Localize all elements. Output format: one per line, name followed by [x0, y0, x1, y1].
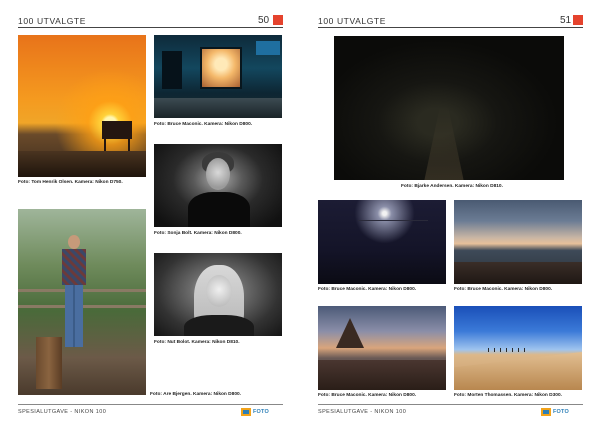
- photo-portrait-woman-dark[interactable]: [154, 144, 282, 227]
- caption-shop: Foto: Bruce Maconic. Kamera: Nikon D800.: [154, 122, 253, 127]
- man: [62, 235, 86, 355]
- photo-beach-dune[interactable]: [454, 306, 582, 390]
- left-footer-text: SPESIALUTGAVE - NIKON 100: [18, 409, 107, 415]
- left-header-marker: [273, 15, 283, 25]
- logo-text: FOTO: [553, 408, 569, 415]
- shirt: [62, 249, 86, 285]
- caption-dark-forest: Foto: Bjarke Andersen. Kamera: Nikon D81…: [401, 184, 503, 189]
- right-footer-logo: FOTO: [541, 407, 569, 416]
- right-footer-text: SPESIALUTGAVE - NIKON 100: [318, 409, 407, 415]
- right-page: 100 UTVALGTE 51 Foto: Bjarke Andersen. K…: [300, 0, 600, 424]
- logo-icon: [241, 407, 251, 416]
- photo-moon-night-tree[interactable]: [318, 200, 446, 284]
- right-header-rule: [318, 27, 583, 28]
- logo-icon: [541, 407, 551, 416]
- left-page-number: 50: [258, 15, 270, 26]
- left-header-rule: [18, 27, 283, 28]
- photo-hut-on-rocks[interactable]: [318, 306, 446, 390]
- people: [488, 348, 528, 352]
- right-footer-rule: [318, 404, 583, 405]
- sign: [256, 41, 280, 55]
- legs: [65, 285, 83, 347]
- caption-sunset: Foto: Tom Henrik Olsen. Kamera: Nikon D7…: [18, 180, 123, 185]
- street: [154, 98, 282, 118]
- photo-man-in-forest[interactable]: [18, 209, 146, 395]
- right-header-marker: [573, 15, 583, 25]
- body: [188, 192, 250, 227]
- tree: [358, 220, 428, 280]
- body: [184, 315, 254, 336]
- photo-dark-forest-path[interactable]: [334, 36, 564, 180]
- left-header-title: 100 UTVALGTE: [18, 16, 86, 26]
- dune: [454, 352, 582, 390]
- right-header-title: 100 UTVALGTE: [318, 16, 386, 26]
- caption-portrait-blonde: Foto: Nut Bolot. Kamera: Nikon D810.: [154, 340, 240, 345]
- forest-path: [424, 106, 464, 180]
- caption-forest: Foto: Are Bjergen. Kamera: Nikon D800.: [150, 392, 241, 397]
- photo-portrait-woman-blonde[interactable]: [154, 253, 282, 336]
- face: [206, 158, 230, 190]
- caption-coastal-sunset: Foto: Bruce Maconic. Kamera: Nikon D800.: [454, 287, 553, 292]
- caption-hut: Foto: Bruce Maconic. Kamera: Nikon D800.: [318, 393, 417, 398]
- face: [206, 275, 232, 307]
- photo-coastal-sunset[interactable]: [454, 200, 582, 284]
- rocks: [454, 262, 582, 284]
- caption-portrait-dark: Foto: Sonja Bolt. Kamera: Nikon D800.: [154, 231, 242, 236]
- shop-window: [200, 47, 242, 89]
- hut: [336, 318, 364, 348]
- left-footer-logo: FOTO: [241, 407, 269, 416]
- right-page-number: 51: [560, 15, 572, 26]
- left-footer-rule: [18, 404, 283, 405]
- tree-stump: [36, 337, 62, 389]
- left-page: 100 UTVALGTE 50 Foto: Tom Henrik Olsen. …: [0, 0, 300, 424]
- photo-sunset-lifeguard-tower[interactable]: [18, 35, 146, 177]
- head: [68, 235, 80, 249]
- logo-text: FOTO: [253, 408, 269, 415]
- rocks: [318, 360, 446, 390]
- ground: [18, 151, 146, 177]
- lifeguard-tower: [102, 121, 132, 157]
- door: [162, 51, 182, 89]
- caption-moon-night: Foto: Bruce Maconic. Kamera: Nikon D800.: [318, 287, 417, 292]
- photo-shop-window-night[interactable]: [154, 35, 282, 118]
- caption-beach: Foto: Morten Thomassen. Kamera: Nikon D3…: [454, 393, 562, 398]
